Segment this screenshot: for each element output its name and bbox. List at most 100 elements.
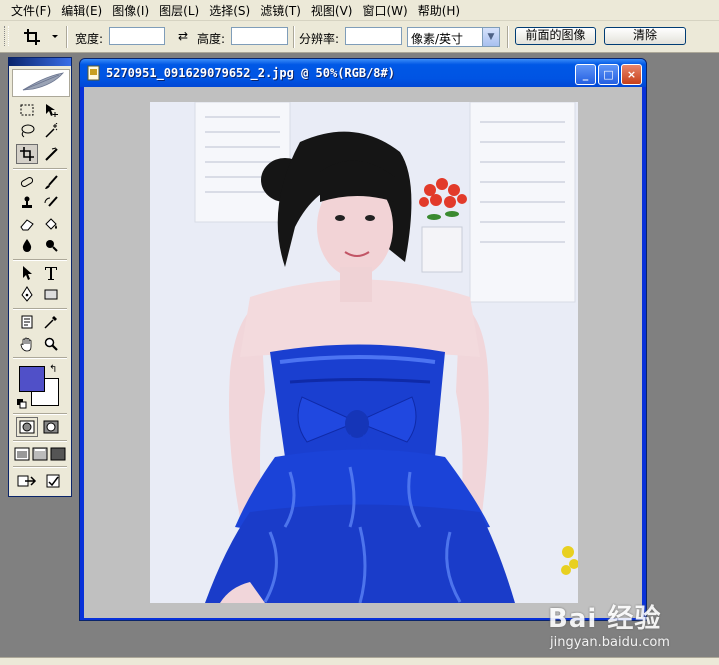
notes-tool[interactable] <box>16 312 38 332</box>
menu-edit[interactable]: 编辑(E) <box>51 2 102 19</box>
clear-button[interactable]: 清除 <box>604 27 686 45</box>
jump-to-imageready-button[interactable] <box>16 471 42 491</box>
healing-brush-tool[interactable] <box>16 172 38 192</box>
toolbox-separator <box>13 357 67 359</box>
window-icon <box>50 447 66 461</box>
options-separator <box>293 26 295 48</box>
toolbox-separator <box>13 168 67 170</box>
path-selection-tool[interactable] <box>16 263 38 283</box>
blur-tool[interactable] <box>16 235 38 255</box>
menu-filter[interactable]: 滤镜(T) <box>250 2 301 19</box>
watermark-brand: Bai 经验 <box>548 604 662 634</box>
dodge-tool[interactable] <box>40 235 62 255</box>
paint-bucket-icon <box>45 218 57 230</box>
height-field[interactable] <box>231 27 288 45</box>
slice-tool[interactable] <box>40 144 62 164</box>
width-label: 宽度: <box>75 32 104 46</box>
menu-bar: 文件(F) 编辑(E) 图像(I) 图层(L) 选择(S) 滤镜(T) 视图(V… <box>0 0 719 21</box>
screen-mode-full[interactable] <box>49 444 67 464</box>
jump-imageready-icon-button[interactable] <box>42 471 64 491</box>
jump-icon <box>17 475 37 487</box>
document-title: 5270951_091629079652_2.jpg @ 50%(RGB/8#) <box>106 66 395 80</box>
screen-mode-full-menu[interactable] <box>31 444 49 464</box>
toolbox: ↰ <box>8 57 72 497</box>
close-button[interactable]: × <box>621 64 642 85</box>
history-brush-icon <box>44 196 58 207</box>
brush-tool[interactable] <box>40 172 62 192</box>
resolution-unit-value: 像素/英寸 <box>411 32 464 46</box>
magnifier-icon <box>44 337 58 351</box>
eyedropper-tool[interactable] <box>40 312 62 332</box>
move-tool[interactable] <box>40 100 62 120</box>
magic-wand-tool[interactable] <box>40 121 62 141</box>
notes-icon <box>21 315 33 329</box>
options-separator <box>66 26 68 48</box>
minimize-button[interactable]: _ <box>575 64 596 85</box>
drop-icon <box>22 239 32 252</box>
type-tool[interactable] <box>40 263 62 283</box>
marquee-icon <box>20 104 34 116</box>
height-label: 高度: <box>197 32 226 46</box>
quick-mask-button[interactable] <box>40 417 62 437</box>
toolbox-separator <box>13 440 67 442</box>
document-window: 5270951_091629079652_2.jpg @ 50%(RGB/8#)… <box>79 58 647 621</box>
type-icon <box>45 267 57 280</box>
feather-icon <box>22 72 65 91</box>
chevron-down-icon[interactable]: ▼ <box>482 28 499 46</box>
stamp-icon <box>22 196 32 208</box>
toolbox-titlebar[interactable] <box>9 58 71 66</box>
toolbox-separator <box>13 259 67 261</box>
photo-canvas[interactable] <box>150 102 578 603</box>
hand-tool[interactable] <box>16 334 38 354</box>
width-field[interactable] <box>109 27 165 45</box>
bandage-icon <box>20 177 34 187</box>
minimize-icon: _ <box>582 68 589 81</box>
feather-logo[interactable] <box>12 69 70 97</box>
options-grip[interactable] <box>4 26 9 46</box>
swap-dimensions-icon[interactable]: ⇄ <box>175 29 191 43</box>
swap-colors-icon[interactable]: ↰ <box>49 364 61 376</box>
zoom-tool[interactable] <box>40 334 62 354</box>
window-icon <box>14 447 30 461</box>
menu-view[interactable]: 视图(V) <box>301 2 353 19</box>
canvas-area[interactable] <box>84 87 642 618</box>
foreground-color-swatch[interactable] <box>19 366 45 392</box>
arrow-icon <box>23 266 32 280</box>
document-titlebar[interactable]: 5270951_091629079652_2.jpg @ 50%(RGB/8#)… <box>80 59 646 87</box>
menu-window[interactable]: 窗口(W) <box>352 2 407 19</box>
clone-stamp-tool[interactable] <box>16 193 38 213</box>
menu-image[interactable]: 图像(I) <box>102 2 149 19</box>
rectangle-icon <box>44 289 58 300</box>
pen-tool[interactable] <box>16 284 38 304</box>
close-icon: × <box>626 68 637 81</box>
resolution-unit-select[interactable]: 像素/英寸 ▼ <box>407 27 500 47</box>
eraser-tool[interactable] <box>16 214 38 234</box>
maximize-icon: □ <box>603 68 614 81</box>
magic-wand-icon <box>45 123 58 138</box>
history-brush-tool[interactable] <box>40 193 62 213</box>
default-colors-icon[interactable] <box>17 398 27 409</box>
eyedropper-icon <box>44 316 57 329</box>
crop-icon <box>24 29 58 45</box>
imageready-icon <box>46 474 60 488</box>
screen-mode-standard[interactable] <box>13 444 31 464</box>
rectangle-tool[interactable] <box>40 284 62 304</box>
resolution-field[interactable] <box>345 27 402 45</box>
menu-help[interactable]: 帮助(H) <box>408 2 460 19</box>
marquee-tool[interactable] <box>16 100 38 120</box>
resolution-label: 分辨率: <box>299 32 340 46</box>
toolbox-separator <box>13 413 67 415</box>
brush-icon <box>45 175 58 189</box>
dodge-icon <box>46 240 58 252</box>
crop-tool[interactable] <box>16 144 38 164</box>
pen-icon <box>21 286 33 302</box>
lasso-tool[interactable] <box>16 121 38 141</box>
tool-preset-picker[interactable] <box>22 27 62 47</box>
maximize-button[interactable]: □ <box>598 64 619 85</box>
menu-file[interactable]: 文件(F) <box>0 2 51 19</box>
front-image-button[interactable]: 前面的图像 <box>515 27 596 45</box>
menu-layer[interactable]: 图层(L) <box>149 2 199 19</box>
standard-mode-button[interactable] <box>16 417 38 437</box>
menu-select[interactable]: 选择(S) <box>199 2 250 19</box>
paint-bucket-tool[interactable] <box>40 214 62 234</box>
